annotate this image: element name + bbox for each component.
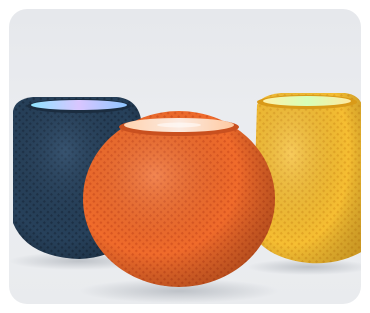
product-image-card [9,9,361,304]
yellow-speaker-top-light [263,96,351,106]
blue-speaker-top-light [31,100,127,110]
homepod-mini-illustration [9,93,361,303]
